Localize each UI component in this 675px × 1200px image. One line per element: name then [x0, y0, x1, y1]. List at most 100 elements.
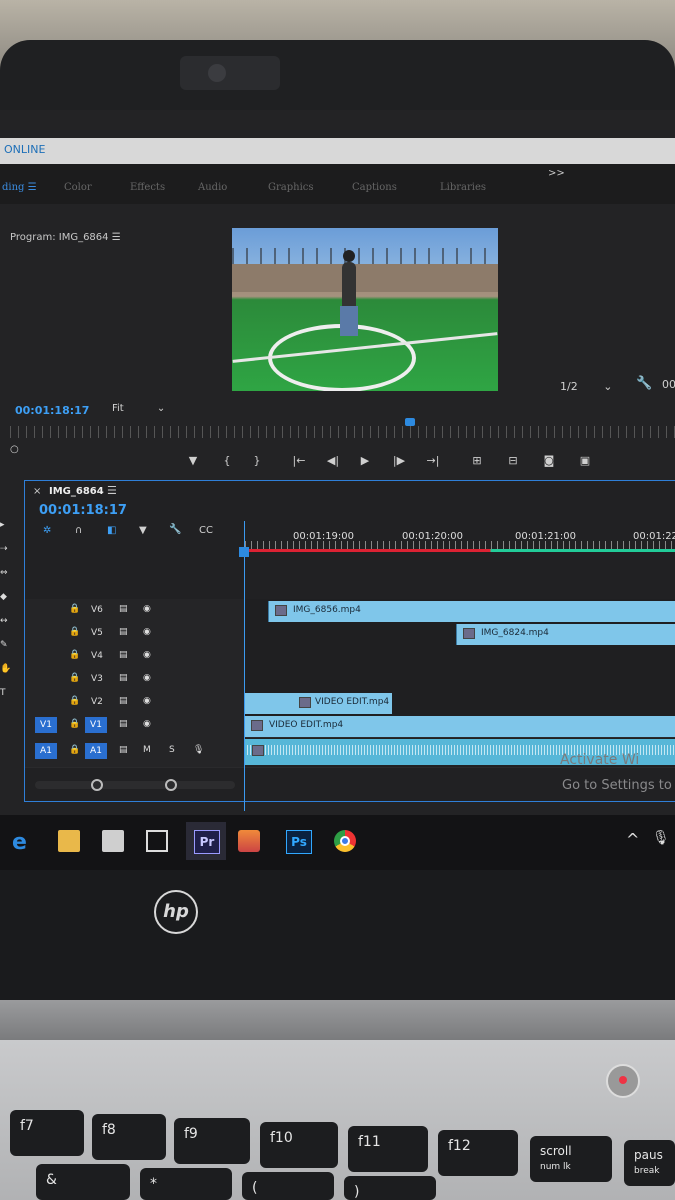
editing-tab[interactable]: ding ☰ [2, 182, 37, 193]
key-f10[interactable]: f10 [260, 1122, 338, 1168]
compare-view-icon[interactable]: ▣ [578, 454, 592, 468]
key-pause[interactable]: paus break [624, 1140, 675, 1186]
premiere-pro-icon[interactable]: Pr [194, 830, 220, 854]
chrome-icon[interactable] [334, 830, 356, 852]
add-marker-icon[interactable]: ▼ [186, 454, 200, 468]
lock-icon[interactable]: 🔒 [69, 604, 80, 614]
mark-in-icon[interactable]: { [220, 454, 234, 468]
go-to-out-icon[interactable]: →| [426, 454, 440, 468]
key-f12[interactable]: f12 [438, 1130, 518, 1176]
resolution-dropdown[interactable]: 1/2 ⌄ [560, 380, 612, 393]
eye-icon[interactable]: ◉ [143, 696, 151, 706]
track-select-icon[interactable]: ⇢ [0, 544, 10, 554]
extract-icon[interactable]: ⊟ [506, 454, 520, 468]
selection-tool-icon[interactable]: ▸ [0, 520, 10, 530]
step-back-icon[interactable]: ◀| [326, 454, 340, 468]
captions-icon[interactable]: CC [199, 525, 213, 536]
tab-effects[interactable]: Effects [130, 182, 165, 193]
sync-lock-icon[interactable]: ▤ [119, 745, 128, 755]
more-tabs-button[interactable]: >> [548, 168, 565, 179]
tab-libraries[interactable]: Libraries [440, 182, 486, 193]
ripple-edit-icon[interactable]: ⇔ [0, 568, 10, 578]
mute-button[interactable]: M [143, 745, 151, 755]
sequence-name[interactable]: IMG_6864 [49, 486, 104, 497]
clip[interactable]: VIDEO EDIT.mp4 [244, 716, 675, 737]
edge-icon[interactable]: e [12, 830, 34, 855]
play-icon[interactable]: ▶ [358, 454, 372, 468]
tab-captions[interactable]: Captions [352, 182, 397, 193]
step-forward-icon[interactable]: |▶ [392, 454, 406, 468]
lift-icon[interactable]: ⊞ [470, 454, 484, 468]
key-f7[interactable]: f7 [10, 1110, 84, 1156]
microphone-tray-icon[interactable]: 🎙 [652, 830, 674, 852]
solo-button[interactable]: S [169, 745, 175, 755]
track-target-v1[interactable]: V1 [85, 717, 107, 733]
sync-lock-icon[interactable]: ▤ [119, 604, 128, 614]
mail-icon[interactable] [146, 830, 168, 852]
lock-icon[interactable]: 🔒 [69, 745, 80, 755]
slip-tool-icon[interactable]: ↔ [0, 616, 10, 626]
zoom-scrollbar[interactable] [35, 779, 235, 791]
hand-tool-icon[interactable]: ✋ [0, 664, 11, 674]
go-to-in-icon[interactable]: |← [292, 454, 306, 468]
program-timecode[interactable]: 00:01:18:17 [15, 404, 89, 417]
monitor-scrub-ruler[interactable] [10, 426, 675, 438]
timeline-playhead[interactable] [244, 521, 245, 811]
lock-icon[interactable]: 🔒 [69, 650, 80, 660]
mark-out-icon[interactable]: } [250, 454, 264, 468]
sync-lock-icon[interactable]: ▤ [119, 673, 128, 683]
sync-lock-icon[interactable]: ▤ [119, 696, 128, 706]
file-explorer-icon[interactable] [58, 830, 80, 852]
eye-icon[interactable]: ◉ [143, 650, 151, 660]
monitor-playhead[interactable] [405, 418, 415, 426]
linked-selection-icon[interactable]: ◧ [107, 525, 116, 536]
tray-expand-icon[interactable]: ^ [626, 830, 648, 852]
key-9[interactable]: ( [242, 1172, 334, 1200]
tab-audio[interactable]: Audio [198, 182, 227, 193]
export-frame-icon[interactable]: ◙ [542, 454, 556, 468]
key-7[interactable]: & [36, 1164, 130, 1200]
close-icon[interactable]: × [33, 486, 41, 497]
eye-icon[interactable]: ◉ [143, 719, 151, 729]
sync-lock-icon[interactable]: ▤ [119, 650, 128, 660]
timeline-ruler[interactable] [245, 541, 675, 549]
sync-lock-icon[interactable]: ▤ [119, 627, 128, 637]
sync-lock-icon[interactable]: ▤ [119, 719, 128, 729]
wrench-icon[interactable]: 🔧 [636, 376, 652, 391]
add-marker-timeline-icon[interactable]: ▼ [139, 525, 147, 536]
fit-dropdown[interactable]: Fit ⌄ [112, 403, 165, 414]
eye-icon[interactable]: ◉ [143, 627, 151, 637]
type-tool-icon[interactable]: T [0, 688, 10, 698]
lock-icon[interactable]: 🔒 [69, 673, 80, 683]
key-f9[interactable]: f9 [174, 1118, 250, 1164]
source-patch-v1[interactable]: V1 [35, 717, 57, 733]
razor-tool-icon[interactable]: ◆ [0, 592, 10, 602]
store-icon[interactable] [102, 830, 124, 852]
key-f8[interactable]: f8 [92, 1114, 166, 1160]
app-icon[interactable] [238, 830, 260, 852]
playhead-handle[interactable] [239, 547, 249, 557]
nest-icon[interactable]: ✲ [43, 525, 51, 536]
key-scroll[interactable]: scroll num lk [530, 1136, 612, 1182]
lock-icon[interactable]: 🔒 [69, 719, 80, 729]
tab-graphics[interactable]: Graphics [268, 182, 314, 193]
scroll-handle-icon[interactable] [91, 779, 103, 791]
clip[interactable]: IMG_6856.mp4 [268, 601, 675, 622]
lock-icon[interactable]: 🔒 [69, 627, 80, 637]
clip[interactable]: IMG_6824.mp4 [456, 624, 675, 645]
track-target-a1[interactable]: A1 [85, 743, 107, 759]
settings-wrench-icon[interactable]: 🔧 [169, 524, 181, 535]
photoshop-icon[interactable]: Ps [286, 830, 312, 854]
pen-tool-icon[interactable]: ✎ [0, 640, 10, 650]
clip[interactable]: VIDEO EDIT.mp4 [244, 693, 392, 714]
scroll-handle-icon[interactable]: ○ [10, 444, 19, 455]
tab-color[interactable]: Color [64, 182, 92, 193]
lock-icon[interactable]: 🔒 [69, 696, 80, 706]
source-patch-a1[interactable]: A1 [35, 743, 57, 759]
microphone-icon[interactable]: 🎙 [193, 745, 204, 755]
key-0[interactable]: ) [344, 1176, 436, 1200]
panel-menu-icon[interactable]: ☰ [107, 484, 117, 497]
key-f11[interactable]: f11 [348, 1126, 428, 1172]
eye-icon[interactable]: ◉ [143, 604, 151, 614]
scroll-handle-icon[interactable] [165, 779, 177, 791]
